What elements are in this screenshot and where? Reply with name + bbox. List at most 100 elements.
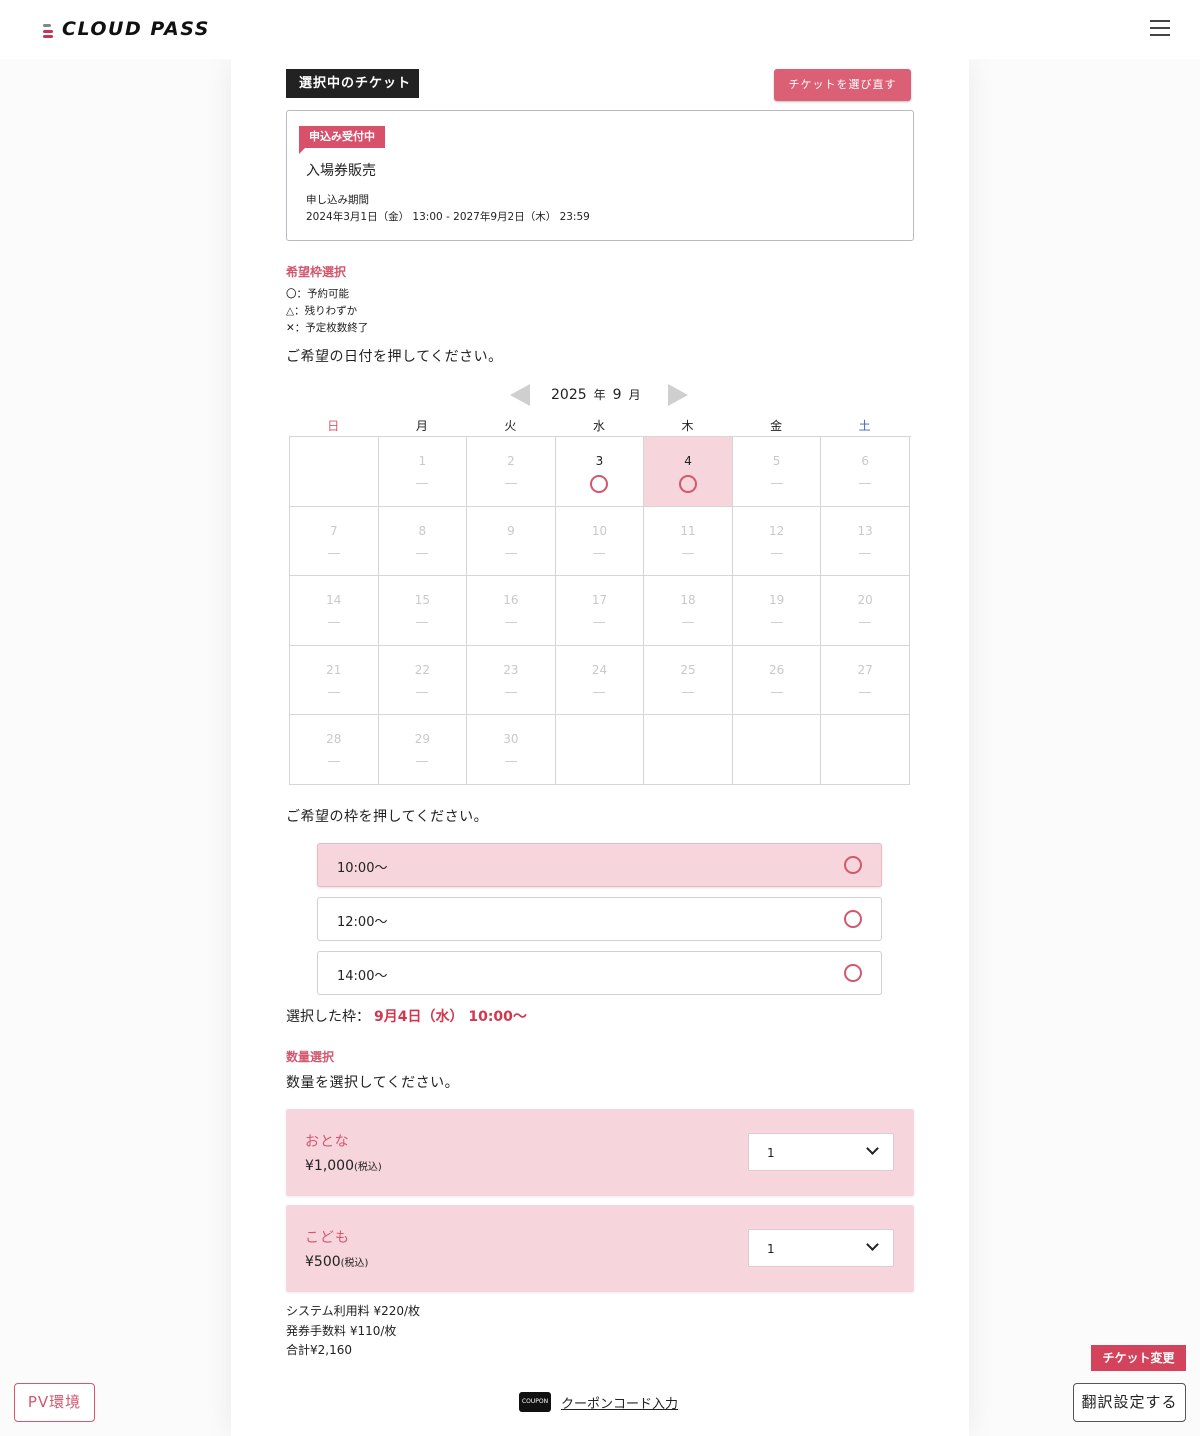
day-number: 9: [507, 523, 515, 538]
calendar-day-cell: 25: [644, 645, 733, 716]
total-amount: 合計¥2,160: [286, 1343, 352, 1357]
day-number: 22: [414, 662, 430, 677]
chevron-down-icon: [866, 1238, 879, 1251]
quantity-select[interactable]: 1: [748, 1229, 894, 1267]
calendar-day-cell: 14: [290, 576, 379, 646]
hamburger-menu-icon[interactable]: [1150, 18, 1172, 38]
ticket-price: ¥1,000(税込): [305, 1158, 382, 1174]
time-slot-option[interactable]: 14:00〜: [317, 951, 882, 995]
calendar-empty-cell: [821, 715, 910, 785]
calendar-grid: 1 2 3 4 5 6 7 8 9 10 11 12 13 14 15 16 17 18 19 20 21 22 23 24 2…: [289, 436, 911, 785]
time-slot-option[interactable]: 10:00〜: [317, 843, 882, 887]
day-number: 4: [684, 454, 692, 468]
day-number: 12: [768, 523, 785, 538]
calendar-day-cell: 30: [467, 715, 556, 785]
ticket-change-button[interactable]: チケット変更: [1091, 1345, 1186, 1371]
calendar-day-cell: 22: [378, 645, 468, 716]
status-badge: 申込み受付中: [299, 126, 385, 154]
calendar-day-cell[interactable]: 3: [555, 437, 645, 507]
unavailable-dash-icon: [327, 614, 340, 624]
unavailable-dash-icon: [504, 475, 517, 484]
month-value: 9: [612, 387, 622, 403]
available-circle-icon: [844, 964, 862, 982]
time-slot-label: 12:00〜: [337, 915, 388, 930]
calendar-day-cell: 23: [467, 645, 556, 716]
unavailable-dash-icon: [859, 684, 872, 693]
price-value: ¥1,000: [305, 1158, 354, 1174]
translation-settings-button[interactable]: 翻訳設定する: [1073, 1383, 1186, 1422]
calendar-empty-cell: [644, 715, 733, 785]
quantity-instruction: 数量を選択してください。: [286, 1075, 460, 1091]
month-unit: 月: [628, 388, 641, 402]
calendar-day-cell: 1: [378, 437, 468, 507]
legend-available: 〇：予約可能: [286, 288, 349, 300]
quantity-title: 数量選択: [286, 1050, 335, 1064]
unavailable-dash-icon: [770, 475, 783, 484]
calendar-day-cell: 2: [467, 437, 556, 507]
unavailable-dash-icon: [682, 545, 695, 554]
system-fee: システム利用料 ¥220/枚: [286, 1304, 421, 1318]
day-number: 24: [591, 662, 608, 677]
day-number: 29: [414, 732, 430, 747]
day-number: 1: [418, 454, 427, 468]
price-value: ¥500: [305, 1254, 341, 1270]
application-period-value: 2024年3月1日（金） 13:00 - 2027年9月2日（木） 23:59: [306, 211, 590, 223]
next-month-arrow-icon[interactable]: [668, 384, 688, 406]
calendar-day-cell: 26: [732, 645, 822, 716]
legend-few-left: △：残りわずか: [286, 305, 358, 317]
available-circle-icon: [590, 475, 609, 493]
calendar-day-cell: 11: [644, 506, 733, 577]
day-number: 7: [329, 523, 338, 538]
unavailable-dash-icon: [593, 545, 606, 554]
unavailable-dash-icon: [859, 475, 872, 484]
unavailable-dash-icon: [859, 545, 872, 554]
time-slot-option[interactable]: 12:00〜: [317, 897, 882, 941]
day-number: 2: [507, 454, 515, 468]
unavailable-dash-icon: [416, 545, 429, 554]
logo-text: CLOUD PASS: [62, 18, 210, 40]
selected-ticket-label: 選択中のチケット: [286, 69, 419, 98]
day-number: 23: [503, 662, 519, 677]
issue-fee: 発券手数料 ¥110/枚: [286, 1323, 397, 1338]
ticket-name: 入場券販売: [306, 163, 376, 179]
weekday-label: 火: [504, 419, 517, 433]
calendar-day-cell[interactable]: 4: [644, 437, 733, 507]
unavailable-dash-icon: [327, 684, 340, 693]
day-number: 20: [857, 593, 873, 608]
calendar-day-cell: 15: [378, 576, 468, 646]
unavailable-dash-icon: [593, 684, 606, 693]
unavailable-dash-icon: [327, 753, 340, 763]
calendar-day-cell: 13: [821, 506, 910, 577]
calendar: 日月火水木金土 1 2 3 4 5 6 7 8 9 10 11 12 13 14 15 16 17 18 19 20 2…: [289, 416, 911, 785]
weekday-label: 木: [681, 419, 694, 433]
unavailable-dash-icon: [770, 684, 783, 693]
unavailable-dash-icon: [682, 684, 695, 693]
quantity-select[interactable]: 1: [748, 1133, 894, 1171]
day-number: 19: [768, 593, 785, 608]
day-number: 27: [857, 662, 873, 677]
available-circle-icon: [844, 856, 862, 874]
quantity-card: こども ¥500(税込) 1: [286, 1205, 914, 1292]
day-number: 17: [591, 593, 608, 608]
tax-note: (税込): [354, 1162, 382, 1173]
coupon-code-link[interactable]: COUPON クーポンコード入力: [519, 1392, 678, 1412]
quantity-card: おとな ¥1,000(税込) 1: [286, 1109, 914, 1196]
calendar-day-cell: 10: [555, 506, 645, 577]
calendar-day-cell: 16: [467, 576, 556, 646]
weekday-label: 水: [592, 419, 605, 433]
day-number: 30: [503, 732, 519, 747]
calendar-day-cell: 6: [821, 437, 910, 507]
pv-environment-button[interactable]: PV環境: [14, 1383, 95, 1422]
available-circle-icon: [679, 475, 698, 493]
logo[interactable]: CLOUD PASS: [42, 18, 210, 40]
reselect-ticket-button[interactable]: チケットを選び直す: [774, 69, 911, 101]
legend-sold-out: ✕：予定枚数終了: [286, 322, 369, 334]
prev-month-arrow-icon[interactable]: [510, 384, 530, 406]
month-navigation: 2025 年 9 月: [510, 383, 690, 407]
time-slot-label: 14:00〜: [337, 969, 388, 984]
day-number: 26: [768, 662, 785, 677]
day-number: 6: [861, 454, 869, 468]
quantity-select-value: 1: [767, 1146, 775, 1160]
tax-note: (税込): [340, 1258, 369, 1269]
calendar-empty-cell: [290, 437, 379, 507]
